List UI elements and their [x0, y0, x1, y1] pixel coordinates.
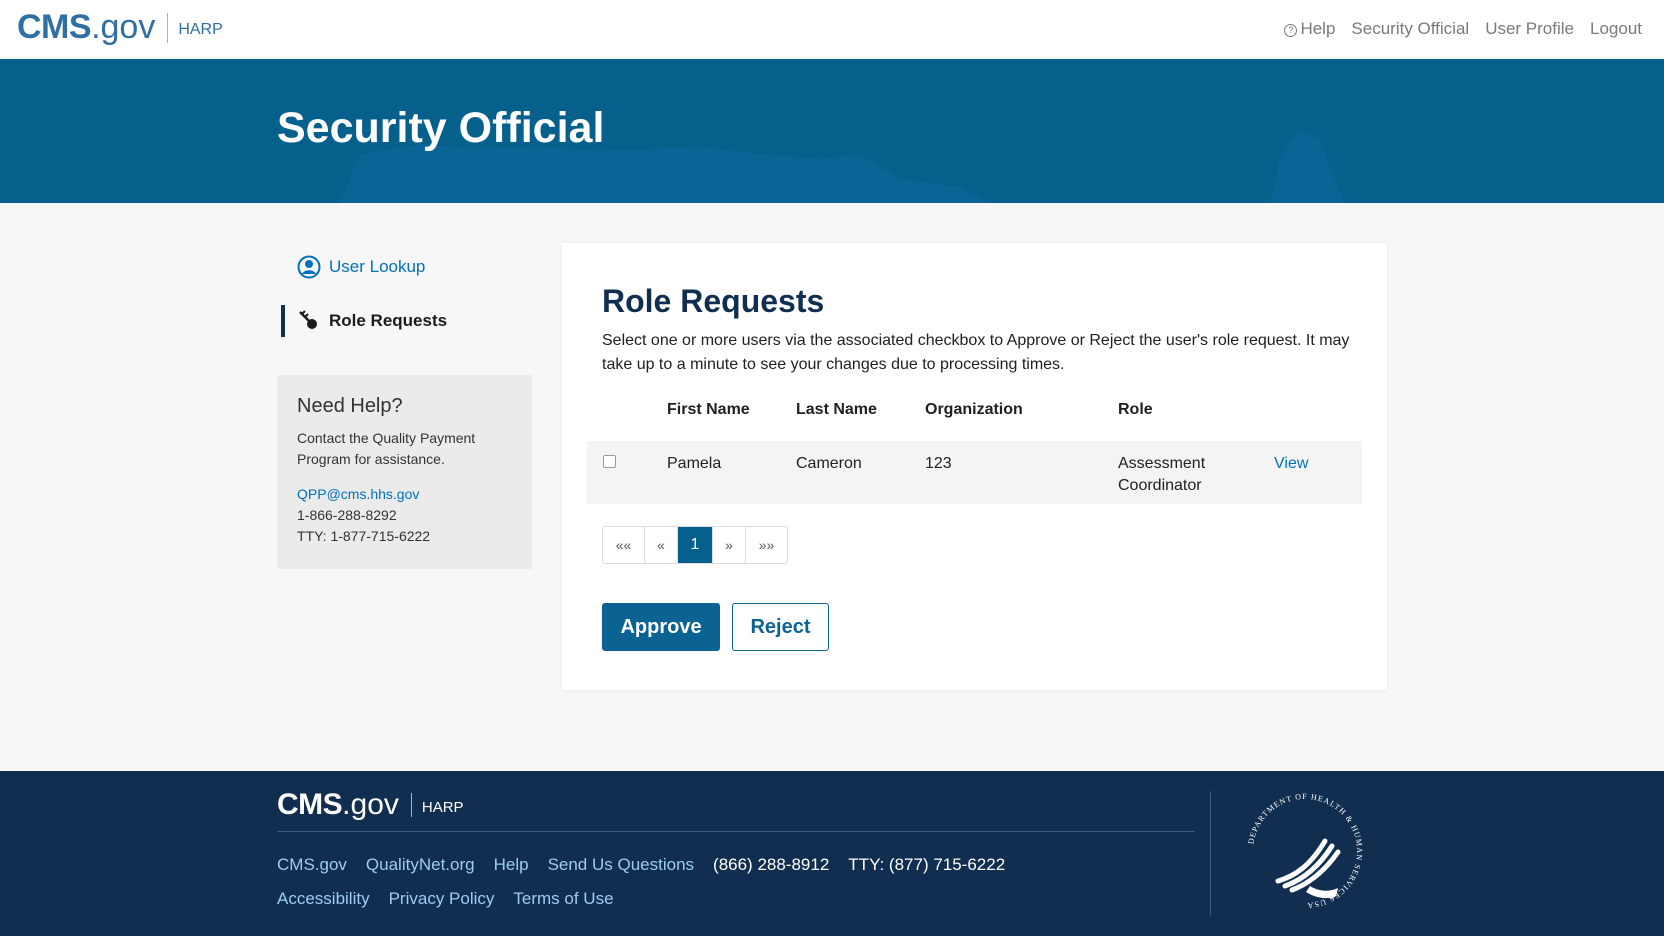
footer-link-cms[interactable]: CMS.gov — [277, 855, 347, 875]
sidebar-item-role-requests[interactable]: Role Requests — [281, 304, 531, 338]
user-circle-icon — [297, 255, 321, 279]
footer-logo-gov: .gov — [342, 788, 399, 821]
role-requests-card: Role Requests Select one or more users v… — [562, 243, 1387, 690]
user-profile-link[interactable]: User Profile — [1485, 19, 1574, 39]
help-icon: ? — [1284, 24, 1298, 37]
logo-cms-text: CMS — [17, 8, 92, 46]
footer-divider — [277, 831, 1195, 832]
need-help-box: Need Help? Contact the Quality Payment P… — [277, 375, 532, 569]
help-tty: TTY: 1-877-715-6222 — [297, 528, 431, 544]
section-title: Role Requests — [602, 283, 825, 319]
help-phone: 1-866-288-8292 — [297, 507, 397, 523]
table-header: First Name Last Name Organization Role — [587, 393, 1362, 429]
section-description: Select one or more users via the associa… — [602, 332, 1350, 373]
cell-last-name: Cameron — [796, 455, 862, 472]
cell-first-name: Pamela — [667, 455, 722, 472]
need-help-text: Contact the Quality Payment Program for … — [297, 430, 476, 467]
logo-harp-text: HARP — [178, 20, 223, 38]
footer-link-privacy[interactable]: Privacy Policy — [389, 889, 495, 909]
us-map-background — [340, 129, 1345, 203]
logout-link[interactable]: Logout — [1590, 19, 1642, 39]
pagination-next[interactable]: » — [713, 527, 746, 563]
sidebar-item-label: User Lookup — [329, 257, 426, 276]
pagination-last[interactable]: »» — [746, 527, 787, 563]
help-link-label: Help — [1300, 19, 1336, 38]
pagination: «« « 1 » »» — [602, 526, 788, 564]
help-email-link[interactable]: QPP@cms.hhs.gov — [297, 486, 419, 502]
footer-phone: (866) 288-8912 — [713, 855, 830, 874]
footer-vertical-divider — [1210, 791, 1211, 916]
security-official-link[interactable]: Security Official — [1351, 19, 1469, 39]
row-select-checkbox[interactable] — [603, 455, 616, 468]
logo-gov-text: .gov — [91, 8, 156, 46]
cell-organization: 123 — [925, 455, 952, 472]
footer-links-row-2: Accessibility Privacy Policy Terms of Us… — [277, 889, 614, 909]
approve-button[interactable]: Approve — [602, 603, 720, 651]
page-title: Security Official — [277, 104, 605, 152]
key-icon — [299, 310, 317, 329]
footer-link-terms[interactable]: Terms of Use — [513, 889, 613, 909]
sidebar-item-user-lookup[interactable]: User Lookup — [281, 250, 531, 284]
seal-text: DEPARTMENT OF HEALTH & HUMAN SERVICES US… — [1246, 792, 1363, 910]
footer-links-row-1: CMS.gov QualityNet.org Help Send Us Ques… — [277, 855, 1005, 875]
footer-logo[interactable]: CMS .gov HARP — [277, 788, 464, 822]
svg-text:DEPARTMENT OF HEALTH & HUMAN S: DEPARTMENT OF HEALTH & HUMAN SERVICES US… — [1246, 792, 1364, 910]
hero-banner: Security Official — [0, 59, 1664, 203]
need-help-title: Need Help? — [297, 395, 403, 417]
column-header-organization[interactable]: Organization — [925, 401, 1023, 419]
cell-role: Assessment Coordinator — [1118, 455, 1206, 494]
top-nav: ? Help Security Official User Profile Log… — [1284, 19, 1642, 39]
footer-logo-divider — [410, 793, 412, 817]
footer-logo-cms: CMS — [277, 788, 343, 821]
hhs-seal-icon: DEPARTMENT OF HEALTH & HUMAN SERVICES US… — [1246, 792, 1364, 910]
pagination-first[interactable]: «« — [603, 527, 645, 563]
pagination-prev[interactable]: « — [645, 527, 678, 563]
logo-divider — [167, 12, 169, 43]
column-header-last-name[interactable]: Last Name — [796, 401, 877, 419]
footer-link-accessibility[interactable]: Accessibility — [277, 889, 370, 909]
footer-link-help[interactable]: Help — [494, 855, 529, 875]
table-row: Pamela Cameron 123 Assessment Coordinato… — [587, 441, 1362, 504]
column-header-role[interactable]: Role — [1118, 401, 1268, 419]
footer-tty: TTY: (877) 715-6222 — [848, 855, 1006, 874]
top-header: CMS .gov HARP ? Help Security Official Us… — [0, 0, 1664, 60]
cms-logo[interactable]: CMS .gov HARP — [17, 8, 223, 47]
footer-logo-harp: HARP — [421, 798, 464, 816]
sidebar-item-label: Role Requests — [329, 311, 448, 330]
view-link[interactable]: View — [1274, 453, 1308, 475]
reject-button[interactable]: Reject — [732, 603, 829, 651]
footer-link-qualitynet[interactable]: QualityNet.org — [366, 855, 475, 875]
footer: CMS .gov HARP CMS.gov QualityNet.org Hel… — [0, 771, 1664, 936]
sidebar-nav: User Lookup Role Requests — [281, 250, 531, 338]
footer-link-send-questions[interactable]: Send Us Questions — [548, 855, 694, 875]
help-link[interactable]: ? Help — [1284, 19, 1335, 39]
column-header-first-name[interactable]: First Name — [667, 401, 750, 419]
pagination-page-current[interactable]: 1 — [678, 527, 713, 563]
